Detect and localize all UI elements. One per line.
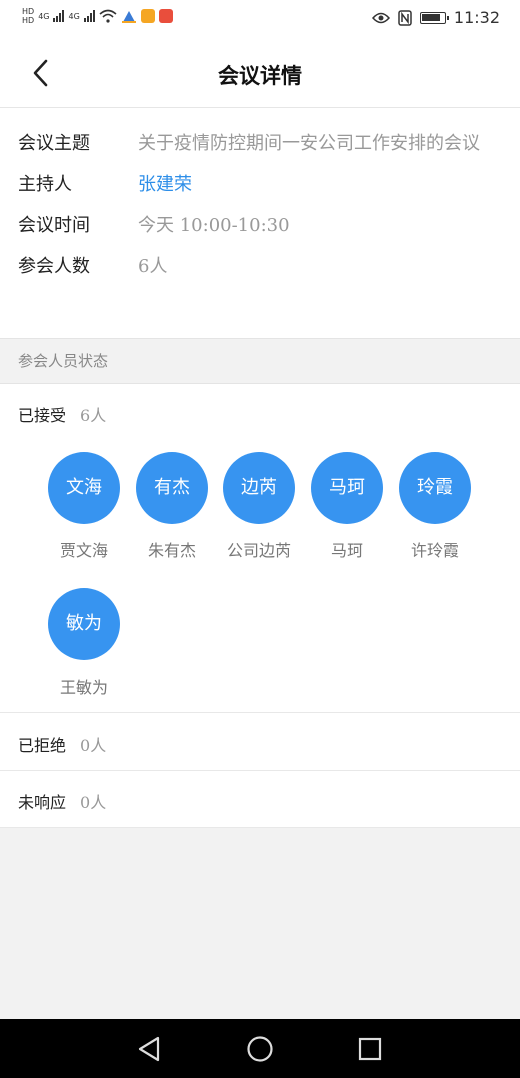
system-nav-bar [0,1019,520,1078]
signal-icon [53,10,65,22]
hd-label-2: HD [22,16,35,25]
eye-icon [371,12,390,23]
app-icon-red [158,9,173,23]
nfc-icon [398,9,412,26]
recents-square-icon[interactable] [357,1035,383,1063]
accepted-count: 6人 [80,406,107,425]
signal-icon-2 [83,10,95,22]
avatar[interactable]: 有杰 [136,452,208,524]
noresponse-count: 0人 [80,793,107,812]
time-label: 会议时间 [18,215,90,236]
divider [0,827,520,828]
meeting-info-card: 会议主题 关于疫情防控期间一安公司工作安排的会议 主持人 张建荣 会议时间 今天… [0,108,520,338]
avatar[interactable]: 边芮 [223,452,295,524]
app-notification-icon [121,11,136,23]
divider [0,770,520,771]
noresponse-label: 未响应 [18,793,67,812]
attendee-section-header: 参会人员状态 [0,338,520,384]
back-triangle-icon[interactable] [136,1035,162,1063]
count-value: 6人 [138,256,168,277]
topic-row: 会议主题 关于疫情防控期间一安公司工作安排的会议 [0,132,520,156]
attendee-status-panel: 已接受 6人 文海 贾文海 有杰 朱有杰 边芮 公司边芮 马珂 马珂 玲霞 许玲霞… [0,384,520,828]
status-left: HD HD 4G 4G [22,7,173,25]
clock: 11:32 [453,8,500,27]
avatar[interactable]: 文海 [48,452,120,524]
time-row: 会议时间 今天 10:00-10:30 [0,214,520,238]
count-label: 参会人数 [18,256,90,277]
avatar[interactable]: 敏为 [48,588,120,660]
attendee-name: 王敏为 [59,678,108,697]
top-navbar: 会议详情 [0,40,520,108]
topic-value: 关于疫情防控期间一安公司工作安排的会议 [138,133,480,154]
network-label-2: 4G [68,11,80,21]
status-bar: HD HD 4G 4G 11:32 [0,0,520,40]
divider [0,712,520,713]
home-circle-icon[interactable] [246,1035,274,1063]
host-label: 主持人 [18,174,72,195]
hd-indicator: HD HD [22,7,34,25]
host-row: 主持人 张建荣 [0,173,520,197]
rejected-row: 已拒绝 0人 [18,732,106,756]
noresponse-row: 未响应 0人 [18,789,106,813]
avatar[interactable]: 马珂 [311,452,383,524]
rejected-label: 已拒绝 [18,736,67,755]
rejected-count: 0人 [80,736,107,755]
network-label-1: 4G [38,11,50,21]
host-link[interactable]: 张建荣 [138,173,508,197]
wifi-icon [99,9,117,23]
accepted-label: 已接受 [18,406,67,425]
battery-icon [419,11,449,24]
status-right: 11:32 [371,8,500,27]
count-row: 参会人数 6人 [0,255,520,279]
topic-label: 会议主题 [18,133,90,154]
page-title: 会议详情 [218,64,302,88]
avatar[interactable]: 玲霞 [399,452,471,524]
accepted-row: 已接受 6人 [18,402,106,426]
hd-label-1: HD [22,7,35,16]
time-value: 今天 10:00-10:30 [138,215,290,236]
attendee-name: 许玲霞 [410,541,459,560]
app-icon-orange [140,9,155,23]
